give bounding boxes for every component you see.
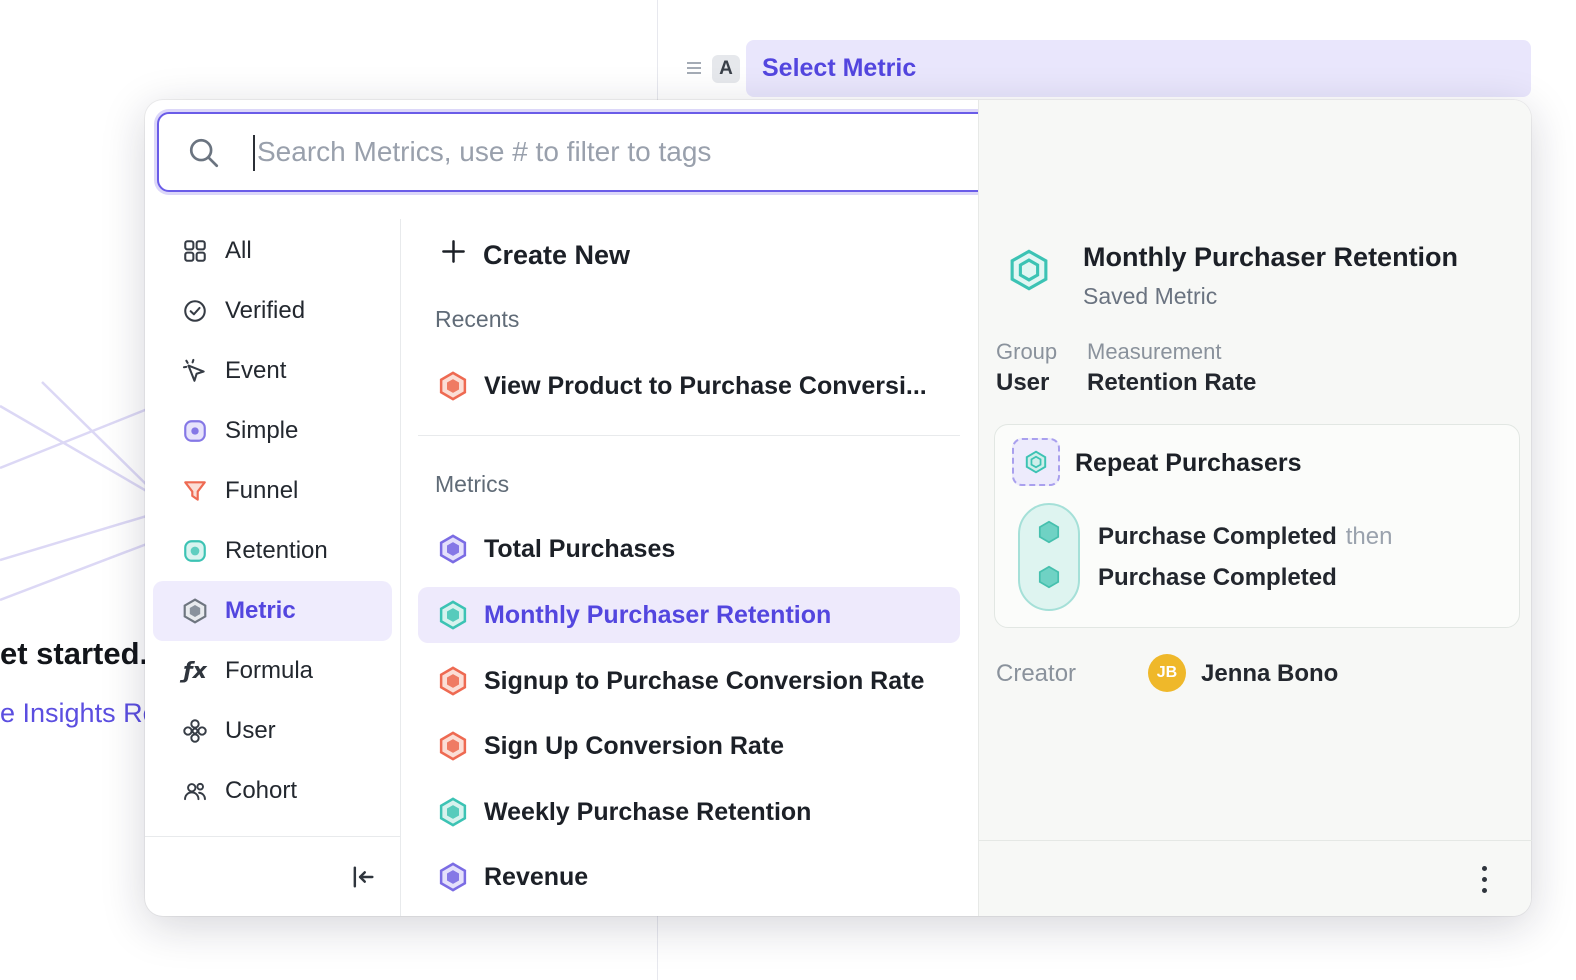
select-metric-field[interactable]: Select Metric [746,40,1531,97]
metric-list-column: Create New Recents View Product to Purch… [400,100,978,916]
metric-item-revenue[interactable]: Revenue [418,849,960,905]
sidebar-item-label: Funnel [225,477,298,505]
sidebar-item-retention[interactable]: Retention [153,521,392,581]
sidebar-item-label: Event [225,357,286,385]
sidebar-item-label: Cohort [225,777,297,805]
retention-steps-pill [1018,503,1080,611]
grid-icon [181,237,209,265]
group-label: Group [996,339,1057,365]
sidebar-item-verified[interactable]: Verified [153,281,392,341]
metric-item-label: Monthly Purchaser Retention [484,601,831,630]
collapse-sidebar-button[interactable] [341,856,385,900]
metric-item-label: Signup to Purchase Conversion Rate [484,667,924,696]
funnel-icon [181,477,209,505]
sidebar-item-label: Simple [225,417,298,445]
hexagon-purple-icon [438,862,468,892]
plus-icon [440,238,467,272]
metric-item-label: View Product to Purchase Conversi... [484,372,927,401]
step-2-event: Purchase Completed [1098,564,1337,591]
background-insights-link[interactable]: e Insights Re [0,698,158,729]
step-connector: then [1346,523,1393,550]
metric-definition-card: Repeat Purchasers Purchase Completed then… [994,424,1520,628]
page: et started. e Insights Re A Select Metri… [0,0,1576,980]
step-1-event: Purchase Completed [1098,523,1337,550]
metric-item-label: Weekly Purchase Retention [484,798,811,827]
collapse-left-icon [349,863,377,894]
sidebar-item-simple[interactable]: Simple [153,401,392,461]
metric-item-label: Total Purchases [484,535,675,564]
retention-icon [181,537,209,565]
sidebar-item-user[interactable]: User [153,701,392,761]
recents-header: Recents [435,306,519,333]
metric-item-weekly-purchase-retention[interactable]: Weekly Purchase Retention [418,784,960,840]
sidebar-item-all[interactable]: All [153,221,392,281]
detail-footer [979,840,1532,916]
measurement-value: Retention Rate [1087,369,1256,397]
measurement-label: Measurement [1087,339,1222,365]
list-section-divider [418,435,960,436]
more-options-button[interactable] [1464,857,1504,901]
recent-metric-item[interactable]: View Product to Purchase Conversi... [418,358,960,414]
step-2: Purchase Completed [1098,564,1337,592]
create-new-label: Create New [483,240,630,271]
sidebar-item-formula[interactable]: Formula [153,641,392,701]
user-flower-icon [181,717,209,745]
simple-square-icon [181,417,209,445]
hexagon-orange-icon [438,666,468,696]
sidebar-item-label: User [225,717,276,745]
creator-label: Creator [996,660,1076,688]
sidebar-footer-divider [145,836,400,837]
sidebar-item-label: Verified [225,297,305,325]
metric-item-label: Revenue [484,863,588,892]
metric-item-monthly-purchaser-retention[interactable]: Monthly Purchaser Retention [418,587,960,643]
step-1: Purchase Completed then [1098,523,1392,551]
create-new-button[interactable]: Create New [440,227,630,283]
metric-item-signup-conversion-rate[interactable]: Sign Up Conversion Rate [418,718,960,774]
cohort-people-icon [181,777,209,805]
detail-title: Monthly Purchaser Retention [1083,242,1458,273]
sidebar-item-label: All [225,237,252,265]
sidebar-item-label: Formula [225,657,313,685]
saved-metric-hexagon-icon [1007,248,1051,297]
metric-item-signup-to-purchase[interactable]: Signup to Purchase Conversion Rate [418,653,960,709]
card-title: Repeat Purchasers [1075,449,1302,478]
background-heading: et started. [0,636,148,672]
hexagon-teal-icon [438,797,468,827]
creator-avatar: JB [1148,654,1186,692]
select-metric-label: Select Metric [762,54,916,83]
drag-handle-icon[interactable] [686,60,702,81]
cursor-click-icon [181,357,209,385]
sidebar-item-label: Metric [225,597,296,625]
sidebar-item-funnel[interactable]: Funnel [153,461,392,521]
sidebar-item-metric[interactable]: Metric [153,581,392,641]
metric-letter-badge: A [712,55,740,83]
sidebar-item-label: Retention [225,537,328,565]
verified-badge-icon [181,297,209,325]
step-hexagon-icon [1036,564,1062,595]
sidebar-item-cohort[interactable]: Cohort [153,761,392,821]
metric-item-total-purchases[interactable]: Total Purchases [418,521,960,577]
metric-picker-modal: All Verified Event Simple [145,100,1531,916]
formula-icon [181,657,209,685]
metrics-header: Metrics [435,471,509,498]
detail-subtitle: Saved Metric [1083,283,1217,310]
step-hexagon-icon [1036,519,1062,550]
metric-detail-panel: Monthly Purchaser Retention Saved Metric… [978,100,1531,916]
sidebar-item-event[interactable]: Event [153,341,392,401]
retention-step-icon [1012,438,1060,486]
hexagon-orange-icon [438,731,468,761]
creator-name: Jenna Bono [1201,660,1338,688]
hexagon-teal-icon [438,600,468,630]
hexagon-purple-icon [438,534,468,564]
group-value: User [996,369,1049,397]
category-sidebar: All Verified Event Simple [145,221,400,821]
metric-hexagon-icon [181,597,209,625]
metric-item-label: Sign Up Conversion Rate [484,732,784,761]
hexagon-orange-icon [438,371,468,401]
